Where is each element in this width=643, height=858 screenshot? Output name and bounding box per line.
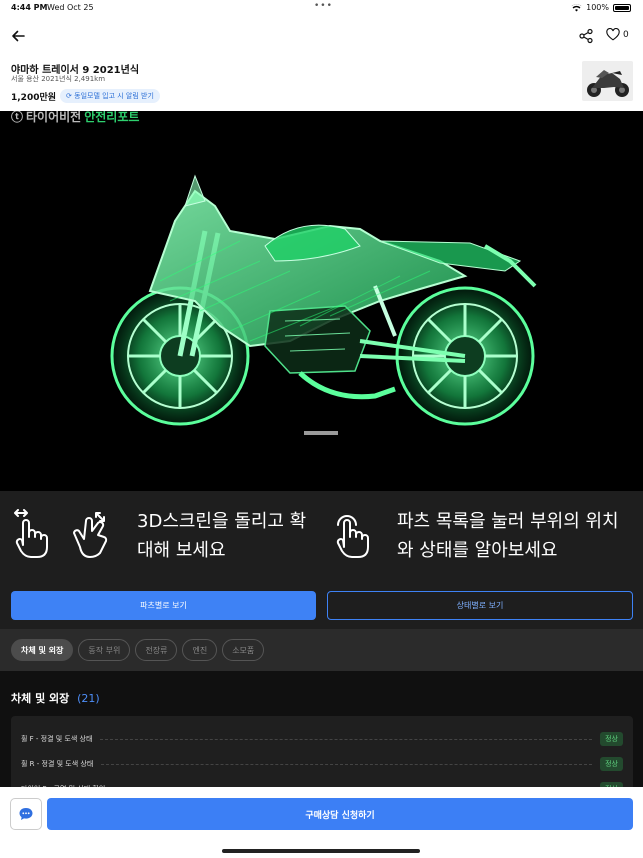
battery-percent: 100% — [586, 3, 609, 12]
wifi-icon — [571, 3, 582, 12]
3d-viewer[interactable]: ⓣ 타이어비전 안전리포트 — [0, 111, 643, 491]
view-by-parts-button[interactable]: 파츠별로 보기 — [11, 591, 316, 620]
refresh-icon: ⟳ — [66, 92, 72, 100]
status-bar: 4:44 PM Wed Oct 25 ••• 100% — [0, 0, 643, 16]
chat-bubble-icon — [19, 808, 33, 820]
brand-report-label: 안전리포트 — [84, 111, 140, 124]
back-arrow-icon[interactable] — [10, 28, 26, 44]
brand-header: ⓣ 타이어비전 안전리포트 — [11, 111, 139, 125]
bottom-action-bar: 구매상담 신청하기 — [0, 787, 643, 858]
restock-alert-label: 동일모델 입고 시 알림 받기 — [74, 92, 154, 100]
listing-price: 1,200만원 — [11, 92, 57, 103]
status-badge: 정상 — [600, 757, 623, 771]
like-button[interactable]: 0 — [606, 28, 629, 41]
status-time: 4:44 PM — [11, 3, 48, 12]
motorcycle-wireframe-model[interactable] — [0, 111, 643, 491]
status-right: 100% — [571, 3, 631, 12]
view-by-status-button[interactable]: 상태별로 보기 — [327, 591, 633, 620]
heart-icon — [606, 28, 620, 41]
list-item-label: 휠 R - 정결 및 도색 상태 — [21, 760, 94, 768]
tap-gesture-icon — [336, 515, 369, 558]
category-filter-bar: 차체 및 외장 동작 부위 전장류 엔진 소모품 — [0, 629, 643, 671]
header: 0 야마하 트레이서 9 2021년식 서울 용산 2021년식 2,491km… — [0, 16, 643, 111]
guide-text-parts: 파츠 목록을 눌러 부위의 위치와 상태를 알아보세요 — [397, 511, 619, 561]
guide-text-rotate: 3D스크린을 돌리고 확대해 보세요 — [137, 511, 307, 561]
like-count: 0 — [623, 29, 629, 40]
inspection-list: 휠 F - 정결 및 도색 상태 정상 휠 R - 정결 및 도색 상태 정상 … — [11, 716, 633, 796]
section-title: 차체 및 외장 (21) — [11, 690, 100, 706]
ground-marker — [304, 431, 338, 435]
filter-chip-electrical[interactable]: 전장류 — [135, 639, 178, 661]
restock-alert-button[interactable]: ⟳ 동일모델 입고 시 알림 받기 — [60, 89, 160, 103]
leader-line — [100, 738, 593, 740]
list-item-label: 휠 F - 정결 및 도색 상태 — [21, 735, 93, 743]
filter-chip-engine[interactable]: 엔진 — [182, 639, 218, 661]
motorcycle-thumbnail-image — [582, 61, 633, 101]
listing-price-row: 1,200만원 ⟳ 동일모델 입고 시 알림 받기 — [11, 89, 160, 103]
status-badge: 정상 — [600, 732, 623, 746]
filter-chip-consumables[interactable]: 소모품 — [222, 639, 265, 661]
rotate-gesture-icon — [14, 509, 48, 558]
list-item[interactable]: 휠 R - 정결 및 도색 상태 정상 — [11, 757, 633, 771]
list-item[interactable]: 휠 F - 정결 및 도색 상태 정상 — [11, 732, 633, 746]
status-date: Wed Oct 25 — [47, 3, 94, 12]
leader-line — [101, 763, 593, 765]
home-indicator[interactable] — [222, 849, 420, 853]
chat-button[interactable] — [10, 798, 42, 830]
purchase-consult-button[interactable]: 구매상담 신청하기 — [47, 798, 633, 830]
filter-chip-body-exterior[interactable]: 차체 및 외장 — [11, 639, 74, 661]
gesture-guide: 3D스크린을 돌리고 확대해 보세요 파츠 목록을 눌러 부위의 위치와 상태를… — [0, 491, 643, 629]
listing-subtitle: 서울 용산 2021년식 2,491km — [11, 75, 106, 83]
section-title-text: 차체 및 외장 — [11, 692, 70, 705]
listing-thumbnail[interactable] — [582, 61, 633, 101]
multitask-dots-icon[interactable]: ••• — [314, 1, 333, 11]
brand-name: 타이어비전 — [26, 111, 82, 124]
battery-icon — [613, 3, 631, 12]
share-icon[interactable] — [578, 28, 594, 44]
section-count: (21) — [77, 692, 100, 705]
brand-logo-icon: ⓣ — [11, 111, 24, 124]
filter-chip-moving-parts[interactable]: 동작 부위 — [78, 639, 131, 661]
pinch-zoom-gesture-icon — [73, 512, 108, 558]
